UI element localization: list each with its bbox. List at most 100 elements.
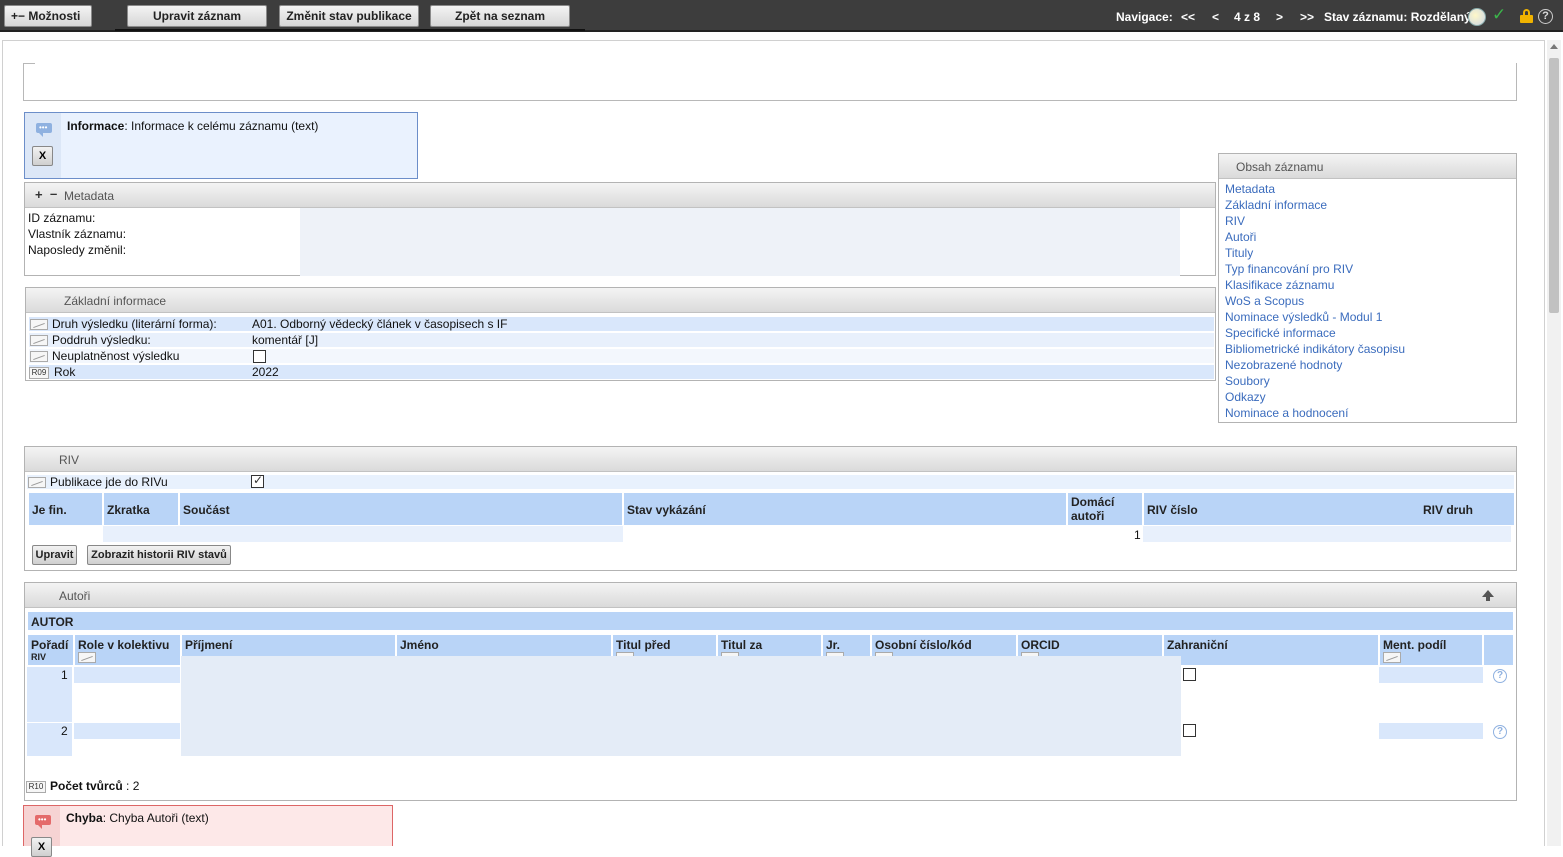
riv-row-cell [1143, 526, 1511, 542]
result-subtype-value: komentář [J] [252, 333, 319, 347]
info-message-text: Informace: Informace k celému záznamu (t… [67, 119, 318, 133]
non-applicability-label: Neuplatněnost výsledku [52, 349, 180, 363]
record-owner-label: Vlastník záznamu: [28, 227, 127, 241]
toc-title: Obsah záznamu [1236, 160, 1324, 174]
author-row-cell [74, 667, 180, 683]
metadata-title: Metadata [64, 189, 115, 203]
record-id-label: ID záznamu: [28, 211, 96, 225]
riv-edit-button[interactable]: Upravit [32, 545, 77, 565]
lock-icon[interactable] [1520, 9, 1533, 23]
author-row-cell [1379, 667, 1483, 683]
toc-link-nominations-module[interactable]: Nominace výsledků - Modul 1 [1225, 310, 1382, 324]
basic-info-panel: Základní informace Druh výsledku (literá… [25, 287, 1216, 381]
toc-link-bibliometric[interactable]: Bibliometrické indikátory časopisu [1225, 342, 1405, 356]
col-titul-za-label: Titul za [721, 638, 763, 652]
field-edit-icon [78, 652, 96, 663]
col-poradi-riv: RIV [31, 652, 47, 662]
author-row-2-order: 2 [61, 724, 68, 738]
toc-link-authors[interactable]: Autoři [1225, 230, 1256, 244]
toc-link-specific-info[interactable]: Specifické informace [1225, 326, 1336, 340]
col-poradi: Pořadí RIV [27, 634, 74, 666]
expand-icon[interactable]: + [35, 187, 43, 202]
toc-link-links[interactable]: Odkazy [1225, 390, 1266, 404]
col-zahranicni: Zahraniční [1163, 634, 1379, 666]
toc-link-classification[interactable]: Klasifikace záznamu [1225, 278, 1334, 292]
help-icon[interactable]: ? [1538, 9, 1553, 24]
toc-link-basic-info[interactable]: Základní informace [1225, 198, 1327, 212]
toc-link-nominations-evaluation[interactable]: Nominace a hodnocení [1225, 406, 1348, 420]
nav-prev-button[interactable]: < [1212, 0, 1219, 34]
top-toolbar: +− Možnosti Upravit záznam Změnit stav p… [0, 0, 1563, 32]
author-count: Počet tvůrců : 2 [50, 779, 139, 793]
result-subtype-label: Poddruh výsledku: [52, 333, 151, 347]
toc-link-metadata[interactable]: Metadata [1225, 182, 1275, 196]
col-ment-podil: Ment. podíl [1379, 634, 1483, 666]
toc-link-files[interactable]: Soubory [1225, 374, 1270, 388]
riv-publication-checkbox[interactable] [251, 473, 264, 488]
last-changed-by-label: Naposledy změnil: [28, 243, 127, 257]
author-1-foreign-checkbox[interactable] [1183, 668, 1196, 681]
col-riv-cislo: RIV číslo [1147, 503, 1198, 517]
col-jr-label: Jr. [826, 638, 841, 652]
author-2-foreign-checkbox[interactable] [1183, 724, 1196, 737]
error-text: : Chyba Autoři (text) [102, 811, 209, 825]
error-close-button[interactable]: X [31, 837, 52, 857]
toc-link-titles[interactable]: Tituly [1225, 246, 1253, 260]
collapse-up-icon[interactable] [1482, 590, 1494, 597]
checkmark-icon[interactable]: ✓ [1492, 5, 1506, 25]
riv-header[interactable]: RIV [25, 447, 1516, 472]
field-edit-icon [30, 335, 48, 346]
author-1-help-icon[interactable]: ? [1493, 669, 1507, 683]
nav-first-button[interactable]: << [1181, 0, 1195, 34]
record-state: Stav záznamu: Rozdělaný [1324, 10, 1471, 24]
col-riv-cislo-druh: RIV číslo RIV druh [1143, 492, 1515, 526]
non-applicability-checkbox[interactable] [253, 350, 266, 363]
riv-row-domestic-authors: 1 [1134, 528, 1141, 542]
toc-link-funding-type[interactable]: Typ financování pro RIV [1225, 262, 1353, 276]
toc-link-riv[interactable]: RIV [1225, 214, 1245, 228]
riv-title: RIV [59, 453, 80, 467]
collapse-icon[interactable]: – [50, 186, 57, 201]
info-chat-icon: ••• [36, 123, 52, 137]
nav-label: Navigace: [1116, 10, 1173, 24]
metadata-panel: + – Metadata ID záznamu: Vlastník záznam… [24, 182, 1216, 276]
col-stav-vykazani: Stav vykázání [623, 492, 1067, 526]
col-titul-pred-label: Titul před [616, 638, 671, 652]
authors-data-area [181, 656, 1181, 756]
scroll-up-arrow-icon[interactable] [1550, 44, 1558, 49]
info-text: : Informace k celému záznamu (text) [124, 119, 319, 133]
nav-next-button[interactable]: > [1276, 0, 1283, 34]
field-edit-icon [30, 319, 48, 330]
year-label: Rok [54, 365, 76, 379]
authors-header[interactable]: Autoři [25, 583, 1516, 608]
r10-code-icon: R10 [26, 781, 46, 793]
col-orcid-label: ORCID [1021, 638, 1060, 652]
record-contents-panel: Obsah záznamu Metadata Základní informac… [1218, 153, 1517, 423]
state-document-icon[interactable] [1468, 8, 1486, 26]
r09-code-icon: R09 [29, 367, 49, 379]
scrollbar-thumb[interactable] [1549, 58, 1559, 313]
toc-link-hidden-values[interactable]: Nezobrazené hodnoty [1225, 358, 1342, 372]
author-row-1-order: 1 [61, 668, 68, 682]
author-row-cell [1379, 723, 1483, 739]
basic-info-header[interactable]: Základní informace [26, 288, 1215, 313]
riv-publication-label: Publikace jde do RIVu [50, 475, 168, 489]
toc-link-wos-scopus[interactable]: WoS a Scopus [1225, 294, 1304, 308]
top-empty-box [23, 63, 1517, 101]
riv-history-button[interactable]: Zobrazit historii RIV stavů [87, 545, 231, 565]
collapse-up-icon-stem [1486, 597, 1490, 601]
toc-header: Obsah záznamu [1219, 154, 1516, 179]
metadata-values-area [300, 208, 1180, 276]
info-close-button[interactable]: X [32, 146, 53, 166]
error-message-text: Chyba: Chyba Autoři (text) [66, 811, 209, 825]
author-2-help-icon[interactable]: ? [1493, 725, 1507, 739]
info-title: Informace [67, 119, 125, 133]
author-count-label: Počet tvůrců [50, 779, 123, 793]
nav-last-button[interactable]: >> [1300, 0, 1314, 34]
basic-row-band [29, 349, 1214, 363]
metadata-header[interactable]: + – Metadata [25, 183, 1215, 208]
year-value: 2022 [252, 365, 279, 379]
col-poradi-label: Pořadí [31, 638, 69, 652]
col-osobni-cislo-label: Osobní číslo/kód [875, 638, 972, 652]
navigation-bar: Navigace: << < 4 z 8 > >> Stav záznamu: … [0, 0, 1563, 32]
